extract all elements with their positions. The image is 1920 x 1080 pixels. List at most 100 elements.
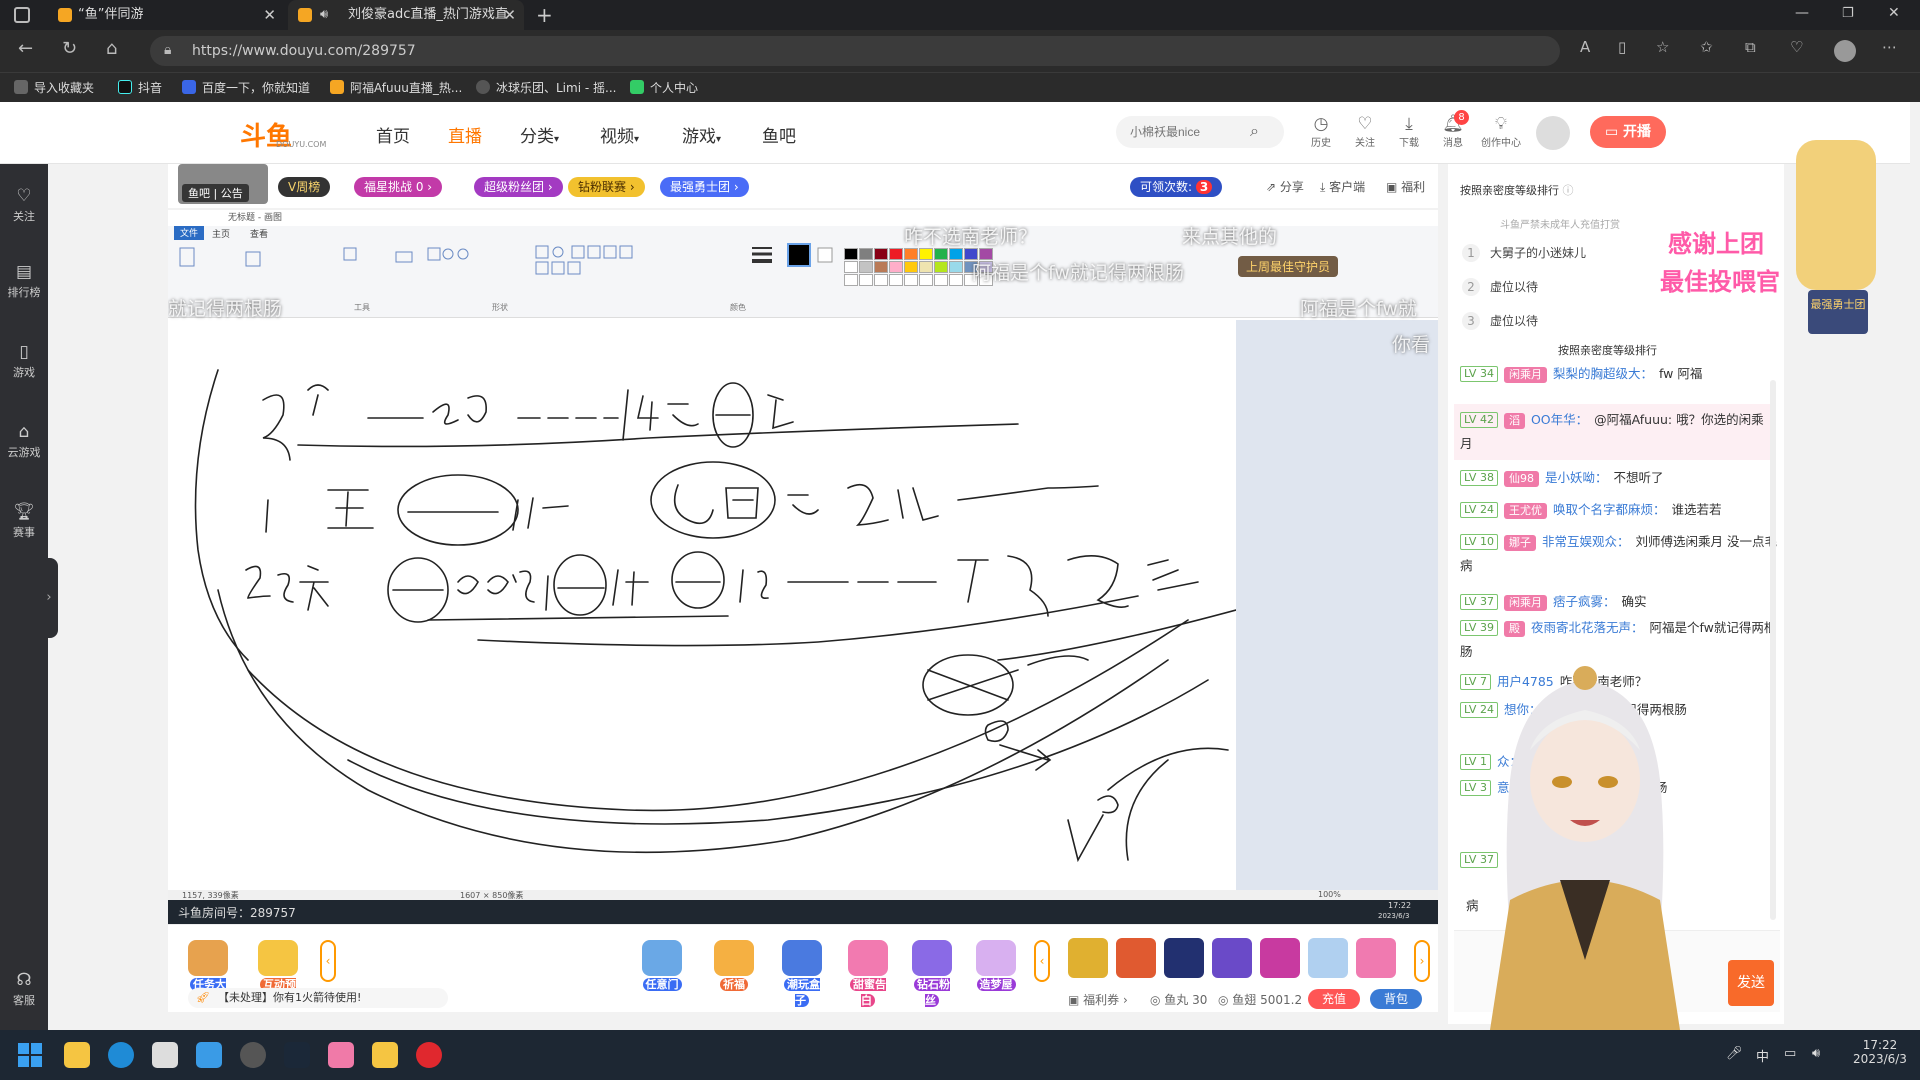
back-icon[interactable]: ← — [18, 38, 33, 59]
nav-games[interactable]: 游戏▾ — [682, 122, 721, 147]
bookmark-import[interactable]: 导入收藏夹 — [14, 79, 94, 96]
expand-items-arrow[interactable]: › — [1414, 940, 1430, 982]
start-icon[interactable] — [18, 1043, 42, 1067]
chat-message[interactable]: LV 37 闲乘月 痞子疯雾： 确实 — [1460, 590, 1780, 614]
user-avatar[interactable] — [1536, 116, 1570, 150]
sidebar-item-service[interactable]: ☊ 客服 — [0, 970, 48, 1008]
chat-message[interactable]: LV 10 娜子 非常互娱观众： 刘师傅选闲乘月 没一点毛病 — [1460, 530, 1780, 578]
chat-scrollbar[interactable] — [1770, 380, 1776, 920]
tab-actions-icon[interactable] — [14, 7, 30, 23]
ime-indicator[interactable]: 中 — [1756, 1046, 1769, 1065]
home-icon[interactable]: ⌂ — [106, 38, 117, 59]
rank-item[interactable]: 2 虚位以待 — [1462, 278, 1538, 296]
collapse-left-arrow[interactable]: ‹ — [320, 940, 336, 982]
gift-diamond-fan[interactable]: 钻石粉丝 — [910, 940, 954, 1008]
speaker-icon[interactable]: 🔊︎ — [320, 0, 328, 30]
tab-2[interactable]: 🔊︎ 刘俊豪adc直播_热门游戏直 ✕ — [288, 0, 524, 30]
chat-username[interactable]: 梨梨的胸超级大： — [1553, 366, 1653, 381]
gift-sweet-confession[interactable]: 甜蜜告白 — [846, 940, 890, 1008]
rocket-notice[interactable]: 🚀︎ 【未处理】你有1火箭待使用! — [188, 988, 448, 1008]
chat-message[interactable]: LV 34 闲乘月 梨梨的胸超级大： fw 阿福 — [1460, 362, 1780, 386]
nav-live[interactable]: 直播 — [448, 122, 482, 147]
backpack-item[interactable] — [1260, 938, 1300, 978]
bookmark-douyin[interactable]: 抖音 — [118, 79, 162, 96]
gift-toy-box[interactable]: 潮玩盒子 — [780, 940, 824, 1008]
recharge-button[interactable]: 充值 — [1308, 989, 1360, 1009]
sidebar-item-events[interactable]: 🏆︎ 赛事 — [0, 502, 48, 540]
system-clock[interactable]: 17:22 2023/6/3 — [1852, 1038, 1908, 1066]
bookmark-music[interactable]: 冰球乐团、Limi - 摇... — [476, 79, 616, 96]
brave-team-badge[interactable]: 最强勇士团 › — [660, 177, 749, 197]
nav-home[interactable]: 首页 — [376, 122, 410, 147]
lock-icon[interactable]: 🔒︎ — [164, 42, 171, 58]
nav-category[interactable]: 分类▾ — [520, 122, 559, 147]
url-field[interactable]: https://www.douyu.com/289757 — [150, 36, 1560, 66]
bookmark-profile[interactable]: 个人中心 — [630, 79, 698, 96]
start-live-button[interactable]: ▭ 开播 — [1590, 116, 1666, 148]
app-icon[interactable] — [328, 1042, 354, 1068]
file-explorer-icon[interactable] — [64, 1042, 90, 1068]
split-screen-icon[interactable]: ▯ — [1618, 38, 1626, 56]
search-icon[interactable]: ⌕ — [1250, 121, 1259, 141]
client-button[interactable]: ⤓ 客户端 — [1320, 178, 1365, 195]
nav-video[interactable]: 视频▾ — [600, 122, 639, 147]
expand-gifts-arrow[interactable]: ‹ — [1034, 940, 1050, 982]
follow-button[interactable]: ♡ 关注 — [1350, 114, 1380, 149]
chat-username[interactable]: 唤取个名字都麻烦： — [1553, 502, 1666, 517]
refresh-icon[interactable]: ↻ — [62, 38, 77, 59]
weekly-rank-badge[interactable]: V周榜 — [278, 177, 331, 197]
backpack-item[interactable] — [1308, 938, 1348, 978]
sidebar-item-follow[interactable]: ♡ 关注 — [0, 186, 48, 224]
chat-message[interactable]: LV 39 殿夜雨寄北花落无声： 阿福是个fw就记得两根肠 — [1460, 616, 1780, 664]
chat-username[interactable]: 是小妖呦： — [1545, 470, 1608, 485]
network-icon[interactable]: ▭ — [1784, 1046, 1796, 1061]
lucky-star-badge[interactable]: 福星挑战 0 › — [354, 177, 443, 197]
collections-icon[interactable]: ⧉ — [1745, 38, 1756, 56]
read-aloud-icon[interactable]: A — [1580, 38, 1590, 56]
browser-essentials-icon[interactable]: ♡ — [1790, 38, 1803, 56]
super-fan-badge[interactable]: 超级粉丝团 › — [474, 177, 563, 197]
close-icon[interactable]: ✕ — [263, 0, 276, 30]
edge-icon[interactable] — [108, 1042, 134, 1068]
download-button[interactable]: ⤓ 下载 — [1394, 114, 1424, 149]
bookmark-afuuu[interactable]: 阿福Afuuu直播_热... — [330, 79, 462, 96]
nav-fishbar[interactable]: 鱼吧 — [762, 122, 796, 147]
sidebar-item-cloud-games[interactable]: ⌂ 云游戏 — [0, 422, 48, 460]
sidebar-expand-button[interactable]: › — [40, 558, 58, 638]
favorites-icon[interactable]: ✩ — [1700, 38, 1713, 56]
gift-blessing[interactable]: 祈福 — [712, 940, 756, 992]
steam-icon[interactable] — [284, 1042, 310, 1068]
backpack-button[interactable]: 背包 — [1370, 989, 1422, 1009]
chat-username[interactable]: 痞子疯雾： — [1553, 594, 1616, 609]
xbox-icon[interactable] — [240, 1042, 266, 1068]
restore-icon[interactable]: ❐ — [1842, 6, 1854, 21]
volume-icon[interactable]: 🔊︎ — [1812, 1046, 1820, 1061]
claim-times-badge[interactable]: 可领次数: 3 — [1130, 177, 1223, 197]
gift-dream-house[interactable]: 造梦屋 — [974, 940, 1018, 992]
backpack-item[interactable] — [1356, 938, 1396, 978]
welfare-button[interactable]: ▣ 福利 — [1386, 178, 1425, 195]
stream-tabs[interactable]: 鱼吧 | 公告 — [182, 184, 249, 202]
gift-portal[interactable]: 任意门 — [640, 940, 684, 992]
add-favorite-icon[interactable]: ☆ — [1656, 38, 1669, 56]
netease-music-icon[interactable] — [416, 1042, 442, 1068]
history-button[interactable]: ◷ 历史 — [1306, 114, 1336, 149]
minimize-icon[interactable]: — — [1795, 5, 1809, 21]
creator-center-button[interactable]: 💡︎ 创作中心 — [1476, 114, 1526, 149]
store-icon[interactable] — [152, 1042, 178, 1068]
chat-username[interactable]: 夜雨寄北花落无声： — [1531, 620, 1644, 635]
chat-message[interactable]: LV 38 仙98 是小妖呦： 不想听了 — [1460, 466, 1780, 490]
send-button[interactable]: 发送 — [1728, 960, 1774, 1006]
mic-icon[interactable]: 🎤︎ — [1726, 1046, 1743, 1061]
tab-1[interactable]: “鱼”伴同游 ✕ — [48, 0, 284, 30]
bookmark-baidu[interactable]: 百度一下，你就知道 — [182, 79, 310, 96]
backpack-item[interactable] — [1164, 938, 1204, 978]
profile-avatar[interactable] — [1834, 40, 1856, 62]
backpack-item[interactable] — [1116, 938, 1156, 978]
chat-message[interactable]: LV 42 滔 OO年华： @阿福Afuuu: 哦？你选的闲乘月 — [1454, 404, 1774, 460]
backpack-item[interactable] — [1212, 938, 1252, 978]
new-tab-icon[interactable]: + — [536, 3, 553, 27]
share-button[interactable]: ⇗ 分享 — [1266, 178, 1304, 195]
rank-item[interactable]: 1 大舅子的小迷妹儿 — [1462, 244, 1586, 262]
chat-username[interactable]: OO年华： — [1531, 412, 1588, 427]
